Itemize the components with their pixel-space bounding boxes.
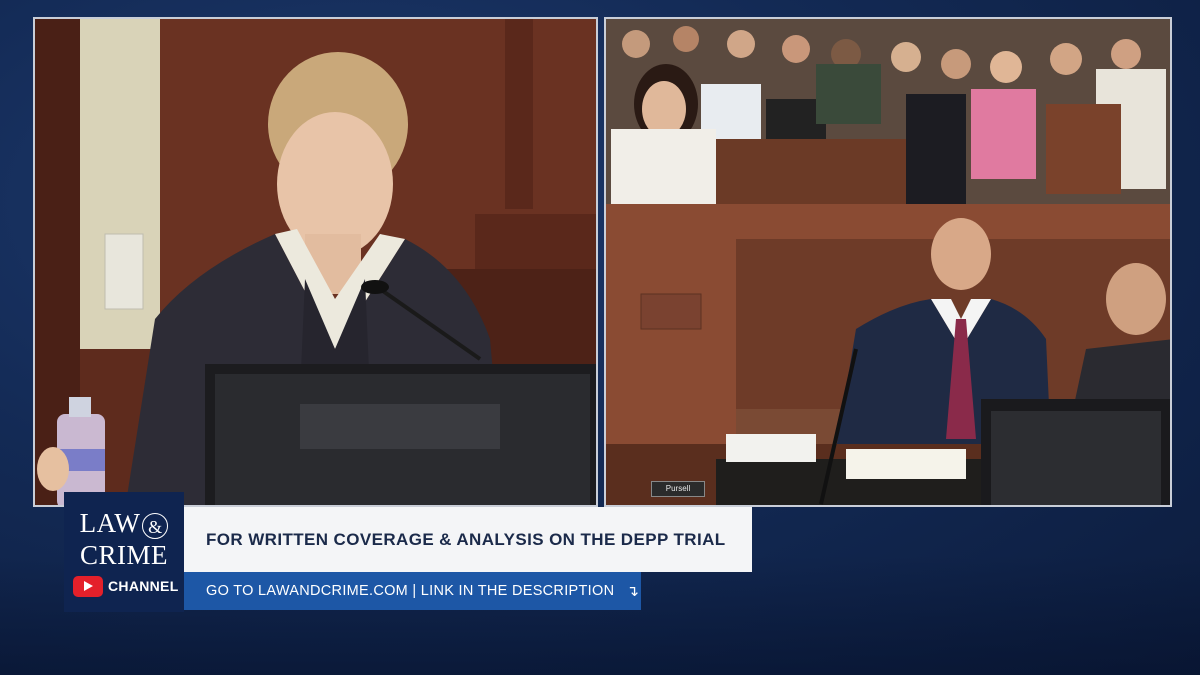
logo-line-law: LAW — [79, 508, 141, 538]
headline-text: FOR WRITTEN COVERAGE & ANALYSIS ON THE D… — [206, 529, 726, 549]
video-feed-witness — [33, 17, 598, 507]
youtube-play-icon — [73, 576, 103, 597]
witness-scene — [35, 19, 596, 505]
lower-third-subline: GO TO LAWANDCRIME.COM | LINK IN THE DESC… — [184, 572, 641, 610]
law-and-crime-logo: LAW & CRIME CHANNEL — [64, 492, 184, 612]
lower-third-headline: FOR WRITTEN COVERAGE & ANALYSIS ON THE D… — [184, 507, 752, 572]
channel-label: CHANNEL — [108, 578, 179, 594]
courtroom-scene — [606, 19, 1170, 505]
play-triangle-icon — [84, 581, 93, 591]
logo-wordmark-top: LAW & — [64, 510, 184, 539]
logo-ampersand: & — [142, 512, 169, 539]
down-right-arrow-icon: ↴ — [626, 583, 639, 600]
video-feed-courtroom: Pursell — [604, 17, 1172, 507]
desk-nameplate: Pursell — [651, 481, 705, 497]
subline-text: GO TO LAWANDCRIME.COM | LINK IN THE DESC… — [206, 583, 615, 599]
logo-line-crime: CRIME — [79, 540, 168, 570]
